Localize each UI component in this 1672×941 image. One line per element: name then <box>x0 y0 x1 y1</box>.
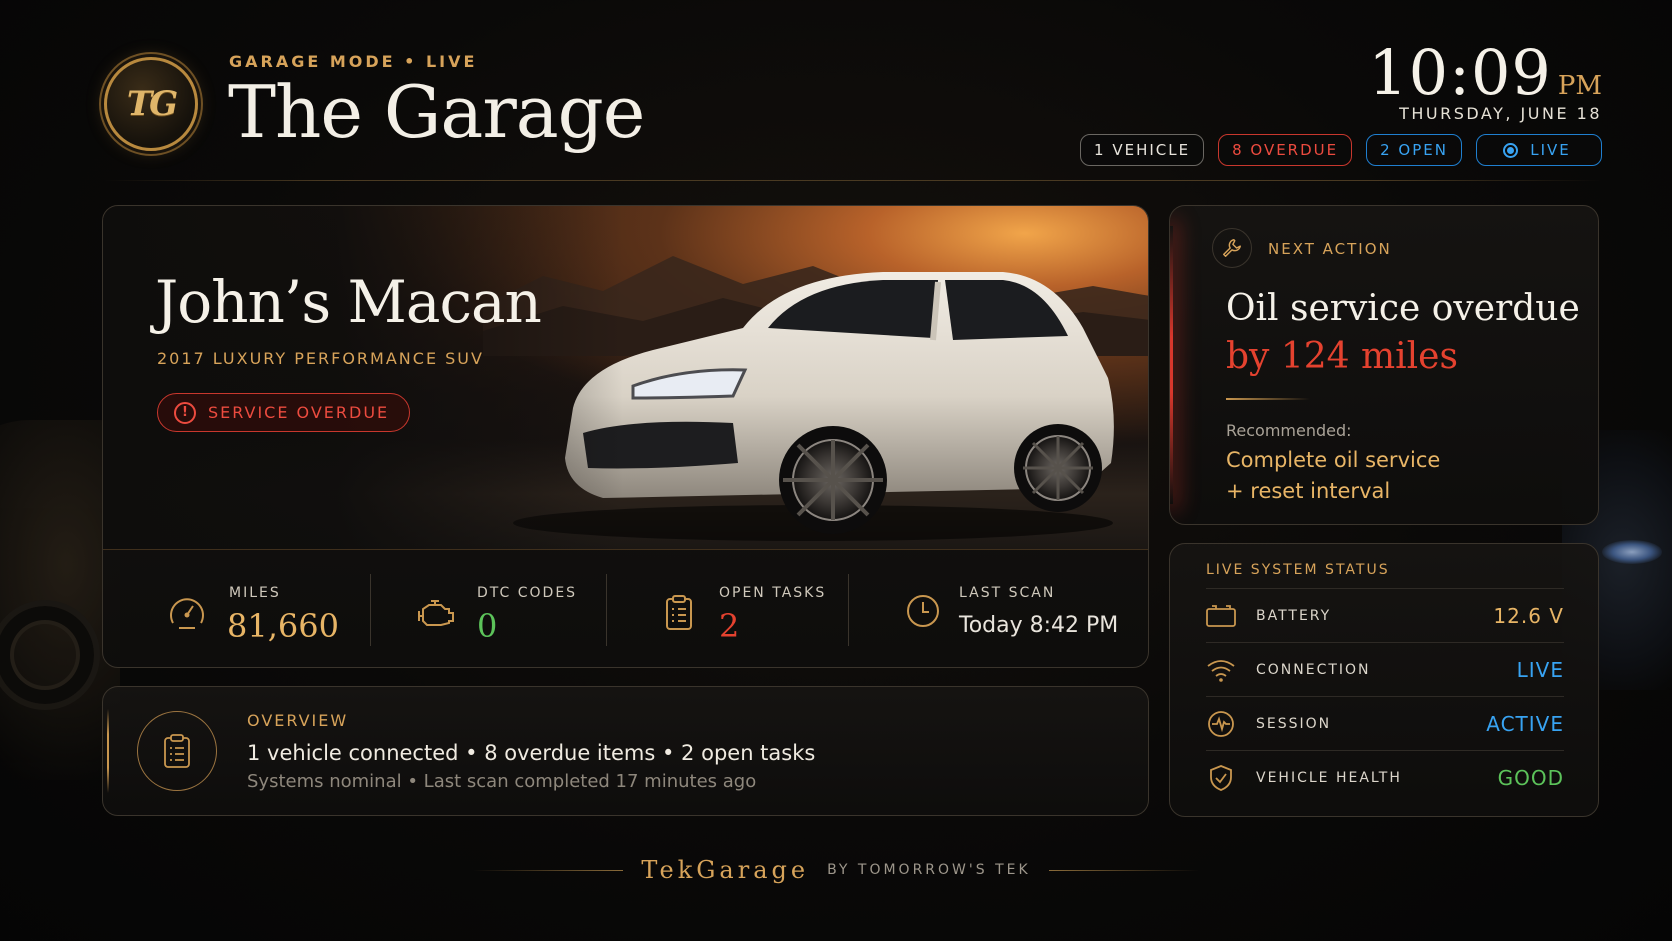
footer-rule-left <box>473 869 624 871</box>
engine-icon <box>418 600 454 626</box>
logo-monogram: TG <box>126 84 178 124</box>
alert-icon: ! <box>174 401 196 424</box>
system-status-kicker: LIVE SYSTEM STATUS <box>1206 562 1390 578</box>
next-action-kicker: NEXT ACTION <box>1268 240 1392 258</box>
health-value: GOOD <box>1497 765 1564 790</box>
header: TG GARAGE MODE • LIVE The Garage 10:09 PM… <box>0 0 1672 182</box>
next-action-rule <box>1226 398 1310 400</box>
recommended-step-1[interactable]: Complete oil service <box>1226 448 1440 472</box>
clock-icon <box>907 595 939 627</box>
stat-dtc-value: 0 <box>477 607 498 645</box>
stat-separator <box>606 574 607 646</box>
footer-byline: BY TOMORROW'S TEK <box>827 862 1031 878</box>
overview-summary: 1 vehicle connected • 8 overdue items • … <box>247 741 816 765</box>
stat-separator <box>370 574 371 646</box>
stats-divider <box>103 549 1148 550</box>
clock: 10:09 PM THURSDAY, JUNE 18 <box>1368 36 1602 123</box>
overdue-pill[interactable]: 8 OVERDUE <box>1218 134 1353 166</box>
live-pill[interactable]: LIVE <box>1476 134 1602 166</box>
battery-value: 12.6 V <box>1493 603 1564 628</box>
stat-open-tasks-value: 2 <box>719 607 740 645</box>
battery-icon <box>1206 601 1236 631</box>
hero-gradient-overlay <box>103 206 623 549</box>
stat-last-scan-value: Today 8:42 PM <box>959 613 1119 638</box>
stat-miles-label: MILES <box>229 585 281 601</box>
status-row-session[interactable]: SESSION ACTIVE <box>1206 696 1564 750</box>
overdue-label: 8 OVERDUE <box>1232 141 1339 159</box>
overview-icon-ring <box>137 711 217 791</box>
next-action-headline-overdue: by 124 miles <box>1226 336 1458 377</box>
open-tasks-label: 2 OPEN <box>1380 141 1448 159</box>
service-overdue-label: SERVICE OVERDUE <box>208 403 390 422</box>
stat-separator <box>848 574 849 646</box>
system-status-card: LIVE SYSTEM STATUS BATTERY 12.6 V CONNEC… <box>1169 543 1599 817</box>
recommended-label: Recommended: <box>1226 421 1352 440</box>
clock-time: 10:09 <box>1368 36 1552 109</box>
pulse-icon <box>1206 709 1236 739</box>
vehicle-name: John’s Macan <box>155 268 542 336</box>
ambient-wheel <box>0 600 100 710</box>
wifi-icon <box>1206 655 1236 685</box>
status-pills: 1 VEHICLE 8 OVERDUE 2 OPEN LIVE <box>1080 134 1602 166</box>
wrench-icon-wrap <box>1212 228 1252 268</box>
connection-value: LIVE <box>1516 657 1564 682</box>
service-overdue-badge[interactable]: ! SERVICE OVERDUE <box>157 393 411 432</box>
clock-date: THURSDAY, JUNE 18 <box>1399 104 1602 123</box>
ambient-headlight <box>1602 540 1662 564</box>
session-value: ACTIVE <box>1486 711 1564 736</box>
battery-label: BATTERY <box>1256 607 1332 624</box>
overview-kicker: OVERVIEW <box>247 711 349 730</box>
connection-label: CONNECTION <box>1256 661 1371 678</box>
vehicle-subtitle: 2017 LUXURY PERFORMANCE SUV <box>157 349 484 368</box>
clock-ampm: PM <box>1557 71 1602 101</box>
footer-rule-right <box>1048 869 1199 871</box>
recommended-step-2[interactable]: + reset interval <box>1226 479 1390 503</box>
page-title: The Garage <box>228 70 645 154</box>
vehicle-count-pill[interactable]: 1 VEHICLE <box>1080 134 1205 166</box>
stat-last-scan-label: LAST SCAN <box>959 585 1056 601</box>
live-dot-icon <box>1503 142 1519 158</box>
header-divider <box>104 180 1602 181</box>
wrench-icon <box>1223 239 1241 257</box>
status-row-connection[interactable]: CONNECTION LIVE <box>1206 642 1564 696</box>
status-row-health[interactable]: VEHICLE HEALTH GOOD <box>1206 750 1564 804</box>
vehicle-card[interactable]: John’s Macan 2017 LUXURY PERFORMANCE SUV… <box>102 205 1149 668</box>
shield-check-icon <box>1206 763 1236 793</box>
vehicle-count-label: 1 VEHICLE <box>1094 141 1191 159</box>
stat-open-tasks-label: OPEN TASKS <box>719 585 827 601</box>
overview-card[interactable]: OVERVIEW 1 vehicle connected • 8 overdue… <box>102 686 1149 816</box>
mode-kicker: GARAGE MODE • LIVE <box>229 52 478 71</box>
next-action-card[interactable]: NEXT ACTION Oil service overdue by 124 m… <box>1169 205 1599 525</box>
clipboard-icon <box>164 734 190 768</box>
stat-dtc-label: DTC CODES <box>477 585 578 601</box>
next-action-headline: Oil service overdue <box>1226 288 1580 329</box>
speedometer-icon <box>170 598 204 629</box>
live-label: LIVE <box>1530 141 1571 159</box>
stat-miles-value: 81,660 <box>227 607 339 645</box>
footer: TekGarage BY TOMORROW'S TEK <box>0 850 1672 890</box>
health-label: VEHICLE HEALTH <box>1256 769 1402 786</box>
footer-brand: TekGarage <box>641 856 810 884</box>
session-label: SESSION <box>1256 715 1332 732</box>
overview-details: Systems nominal • Last scan completed 17… <box>247 771 757 792</box>
status-row-battery[interactable]: BATTERY 12.6 V <box>1206 588 1564 642</box>
clipboard-icon <box>666 595 692 630</box>
brand-logo[interactable]: TG <box>104 57 198 151</box>
open-tasks-pill[interactable]: 2 OPEN <box>1366 134 1462 166</box>
